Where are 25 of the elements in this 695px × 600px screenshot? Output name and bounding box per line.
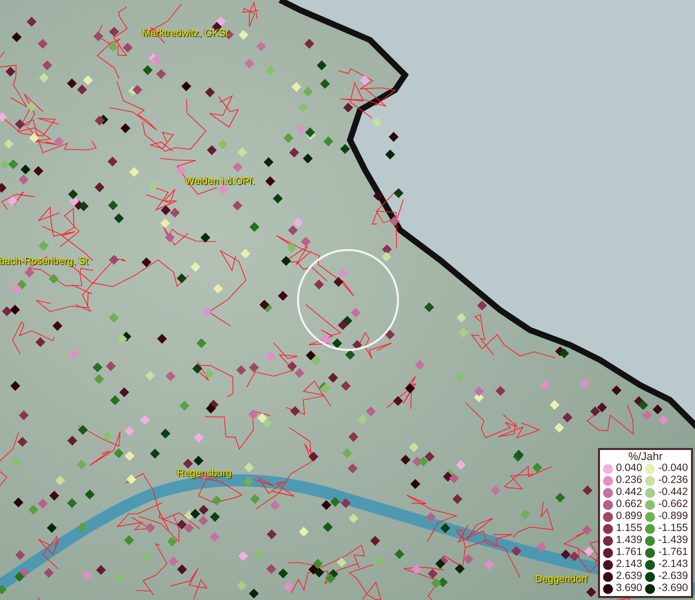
- place-label: Regensburg: [177, 468, 232, 479]
- legend-value: 2.143: [616, 559, 642, 570]
- legend-value: 1.155: [616, 523, 642, 534]
- legend-value: 3.690: [616, 583, 642, 594]
- legend-title: %/Jahr: [627, 451, 664, 463]
- legend-value: 1.439: [616, 535, 642, 546]
- place-label: Deggendorf: [535, 574, 588, 585]
- legend-value: 0.040: [616, 463, 642, 474]
- legend-value: -1.439: [658, 535, 688, 546]
- legend-value: 1.761: [616, 547, 642, 558]
- legend-value: 2.639: [616, 571, 642, 582]
- legend-value: -2.143: [658, 559, 688, 570]
- legend-value: -0.899: [658, 511, 688, 522]
- legend-value: 0.662: [616, 499, 642, 510]
- legend-value: 0.442: [616, 487, 642, 498]
- legend-value: 0.899: [616, 511, 642, 522]
- legend-value: -2.639: [658, 571, 688, 582]
- legend-value: -0.040: [658, 463, 688, 474]
- legend-value: -1.155: [658, 523, 688, 534]
- legend-value: 0.236: [616, 475, 642, 486]
- legend-value: -0.236: [658, 475, 688, 486]
- legend-value: -0.662: [658, 499, 688, 510]
- legend-value: -1.761: [658, 547, 688, 558]
- legend-value: -0.442: [658, 487, 688, 498]
- legend-value: -3.690: [658, 583, 688, 594]
